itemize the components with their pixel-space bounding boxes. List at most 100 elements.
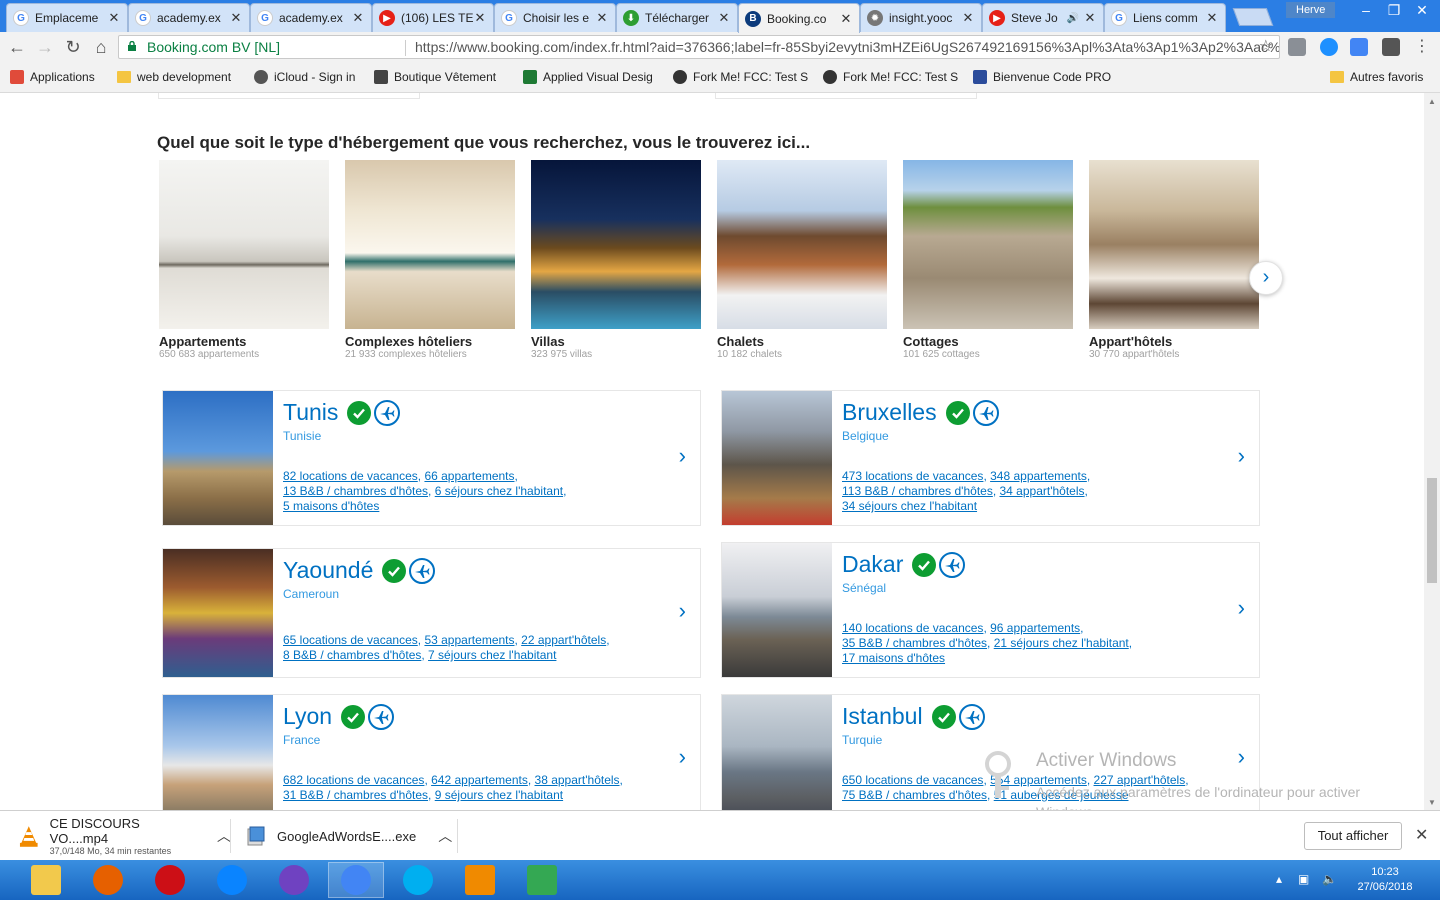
city-card[interactable]: Bruxelles Belgique 473 locations de vacanc… <box>721 390 1260 526</box>
accommodation-link[interactable]: 53 appartements <box>424 633 514 647</box>
reload-icon[interactable]: ↻ <box>62 36 84 58</box>
bookmark-item[interactable]: Applications <box>10 70 95 84</box>
accommodation-link[interactable]: 650 locations de vacances <box>842 773 983 787</box>
city-name[interactable]: Istanbul <box>842 703 923 730</box>
dakar-beach-photo[interactable] <box>722 543 832 677</box>
extension-icon[interactable] <box>1288 38 1306 56</box>
city-name[interactable]: Lyon <box>283 703 332 730</box>
back-arrow-icon[interactable]: ← <box>6 36 28 58</box>
volume-icon[interactable]: 🔈 <box>1322 872 1337 886</box>
accommodation-link[interactable]: 140 locations de vacances <box>842 621 983 635</box>
accommodation-link[interactable]: 21 séjours chez l'habitant <box>994 636 1129 650</box>
property-type-card[interactable]: Cottages 101 625 cottages <box>903 160 1073 360</box>
bookmark-item[interactable]: Applied Visual Desig <box>523 70 653 84</box>
chevron-right-icon[interactable]: › <box>679 598 686 624</box>
city-name[interactable]: Bruxelles <box>842 399 937 426</box>
city-card[interactable]: Yaoundé Cameroun 65 locations de vacances,… <box>162 548 701 678</box>
browser-tab[interactable]: ▶ Steve Jo 🔊 ✕ <box>982 3 1104 32</box>
address-bar[interactable]: Booking.com BV [NL] https://www.booking.… <box>118 35 1280 59</box>
bookmark-item[interactable]: Autres favoris <box>1330 70 1423 84</box>
close-tab-icon[interactable]: ✕ <box>229 10 243 26</box>
close-tab-icon[interactable]: ✕ <box>717 10 731 26</box>
taskbar-app[interactable] <box>452 862 508 898</box>
city-name[interactable]: Yaoundé <box>283 557 373 584</box>
scrollbar-thumb[interactable] <box>1427 478 1437 583</box>
browser-tab[interactable]: Gacademy.ex ✕ <box>128 3 250 32</box>
chevron-up-icon[interactable]: ︿ <box>217 826 231 846</box>
accommodation-link[interactable]: 13 B&B / chambres d'hôtes <box>283 484 428 498</box>
accommodation-link[interactable]: 5 maisons d'hôtes <box>283 499 379 513</box>
accommodation-link[interactable]: 113 B&B / chambres d'hôtes <box>842 484 993 498</box>
close-tab-icon[interactable]: ✕ <box>473 10 487 26</box>
city-card[interactable]: Dakar Sénégal 140 locations de vacances, 9… <box>721 542 1260 678</box>
chrome-menu-icon[interactable]: ⋮ <box>1414 36 1430 58</box>
property-type-card[interactable]: Appart'hôtels 30 770 appart'hôtels <box>1089 160 1259 360</box>
accommodation-link[interactable]: 6 séjours chez l'habitant <box>435 484 563 498</box>
accommodation-link[interactable]: 38 appart'hôtels <box>535 773 620 787</box>
chevron-right-icon[interactable]: › <box>679 744 686 770</box>
browser-tab[interactable]: ⬇ Télécharger ✕ <box>616 3 738 32</box>
bookmark-item[interactable]: Bienvenue Code PRO <box>973 70 1111 84</box>
city-card[interactable]: Tunis Tunisie 82 locations de vacances, 66… <box>162 390 701 526</box>
bookmark-item[interactable]: Fork Me! FCC: Test S <box>823 70 958 84</box>
taskbar-app[interactable] <box>328 862 384 898</box>
home-icon[interactable]: ⌂ <box>90 36 112 58</box>
tray-expand-icon[interactable]: ▴ <box>1276 872 1282 886</box>
browser-tab[interactable]: Gacademy.ex ✕ <box>250 3 372 32</box>
accommodation-link[interactable]: 22 appart'hôtels <box>521 633 606 647</box>
city-name[interactable]: Dakar <box>842 551 903 578</box>
minimize-icon[interactable]: – <box>1352 2 1380 20</box>
taskbar-app[interactable] <box>80 862 136 898</box>
taskbar-app[interactable] <box>204 862 260 898</box>
close-tab-icon[interactable]: ✕ <box>1205 10 1219 26</box>
taskbar-app[interactable] <box>18 862 74 898</box>
accommodation-link[interactable]: 473 locations de vacances <box>842 469 983 483</box>
bookmark-item[interactable]: iCloud - Sign in <box>254 70 355 84</box>
istanbul-mosque-photo[interactable] <box>722 695 832 810</box>
tunis-minaret-photo[interactable] <box>163 391 273 525</box>
translate-icon[interactable] <box>1350 38 1368 56</box>
accommodation-link[interactable]: 9 séjours chez l'habitant <box>435 788 563 802</box>
property-type-card[interactable]: Villas 323 975 villas <box>531 160 701 360</box>
accommodation-link[interactable]: 82 locations de vacances <box>283 469 418 483</box>
property-type-card[interactable]: Complexes hôteliers 21 933 complexes hôte… <box>345 160 515 360</box>
chevron-right-icon[interactable]: › <box>1238 744 1245 770</box>
system-clock[interactable]: 10:23 27/06/2018 <box>1350 865 1420 895</box>
scroll-down-icon[interactable]: ▼ <box>1428 798 1436 807</box>
accommodation-link[interactable]: 35 B&B / chambres d'hôtes <box>842 636 987 650</box>
audio-playing-icon[interactable]: 🔊 <box>1067 13 1079 24</box>
chevron-right-icon[interactable]: › <box>1238 595 1245 621</box>
property-type-card[interactable]: Chalets 10 182 chalets <box>717 160 887 360</box>
accommodation-link[interactable]: 34 appart'hôtels <box>1000 484 1085 498</box>
taskbar-app[interactable] <box>514 862 570 898</box>
lyon-riverside-photo[interactable] <box>163 695 273 810</box>
close-download-bar-icon[interactable]: ✕ <box>1415 825 1428 845</box>
onedrive-icon[interactable] <box>1320 38 1338 56</box>
profile-button[interactable]: Herve <box>1286 2 1336 18</box>
close-tab-icon[interactable]: ✕ <box>107 10 121 26</box>
bookmark-item[interactable]: web development <box>117 70 231 84</box>
bookmark-item[interactable]: Boutique Vêtement <box>374 70 496 84</box>
bookmark-star-icon[interactable]: ☆ <box>1259 36 1273 58</box>
browser-tab[interactable]: G Choisir les e ✕ <box>494 3 616 32</box>
accommodation-link[interactable]: 66 appartements <box>424 469 514 483</box>
accommodation-link[interactable]: 31 B&B / chambres d'hôtes <box>283 788 428 802</box>
maximize-icon[interactable]: ❐ <box>1380 2 1408 20</box>
chevron-up-icon[interactable]: ︿ <box>438 826 452 846</box>
chevron-right-icon[interactable]: › <box>1238 443 1245 469</box>
city-card[interactable]: Lyon France 682 locations de vacances, 642… <box>162 694 701 810</box>
taskbar-app[interactable] <box>390 862 446 898</box>
bookmark-item[interactable]: Fork Me! FCC: Test S <box>673 70 808 84</box>
accommodation-link[interactable]: 17 maisons d'hôtes <box>842 651 945 665</box>
accommodation-link[interactable]: 8 B&B / chambres d'hôtes <box>283 648 421 662</box>
url-text[interactable]: https://www.booking.com/index.fr.html?ai… <box>415 36 1279 58</box>
scroll-up-icon[interactable]: ▲ <box>1428 97 1436 106</box>
city-name[interactable]: Tunis <box>283 399 338 426</box>
close-tab-icon[interactable]: ✕ <box>351 10 365 26</box>
chevron-right-icon[interactable]: › <box>679 443 686 469</box>
network-icon[interactable]: ▣ <box>1298 872 1309 886</box>
page-scrollbar[interactable]: ▲ ▼ <box>1424 93 1440 810</box>
download-item[interactable]: CE DISCOURS VO....mp4 37,0/148 Mo, 34 mi… <box>0 811 231 861</box>
close-tab-icon[interactable]: ✕ <box>839 11 853 27</box>
accommodation-link[interactable]: 75 B&B / chambres d'hôtes <box>842 788 987 802</box>
